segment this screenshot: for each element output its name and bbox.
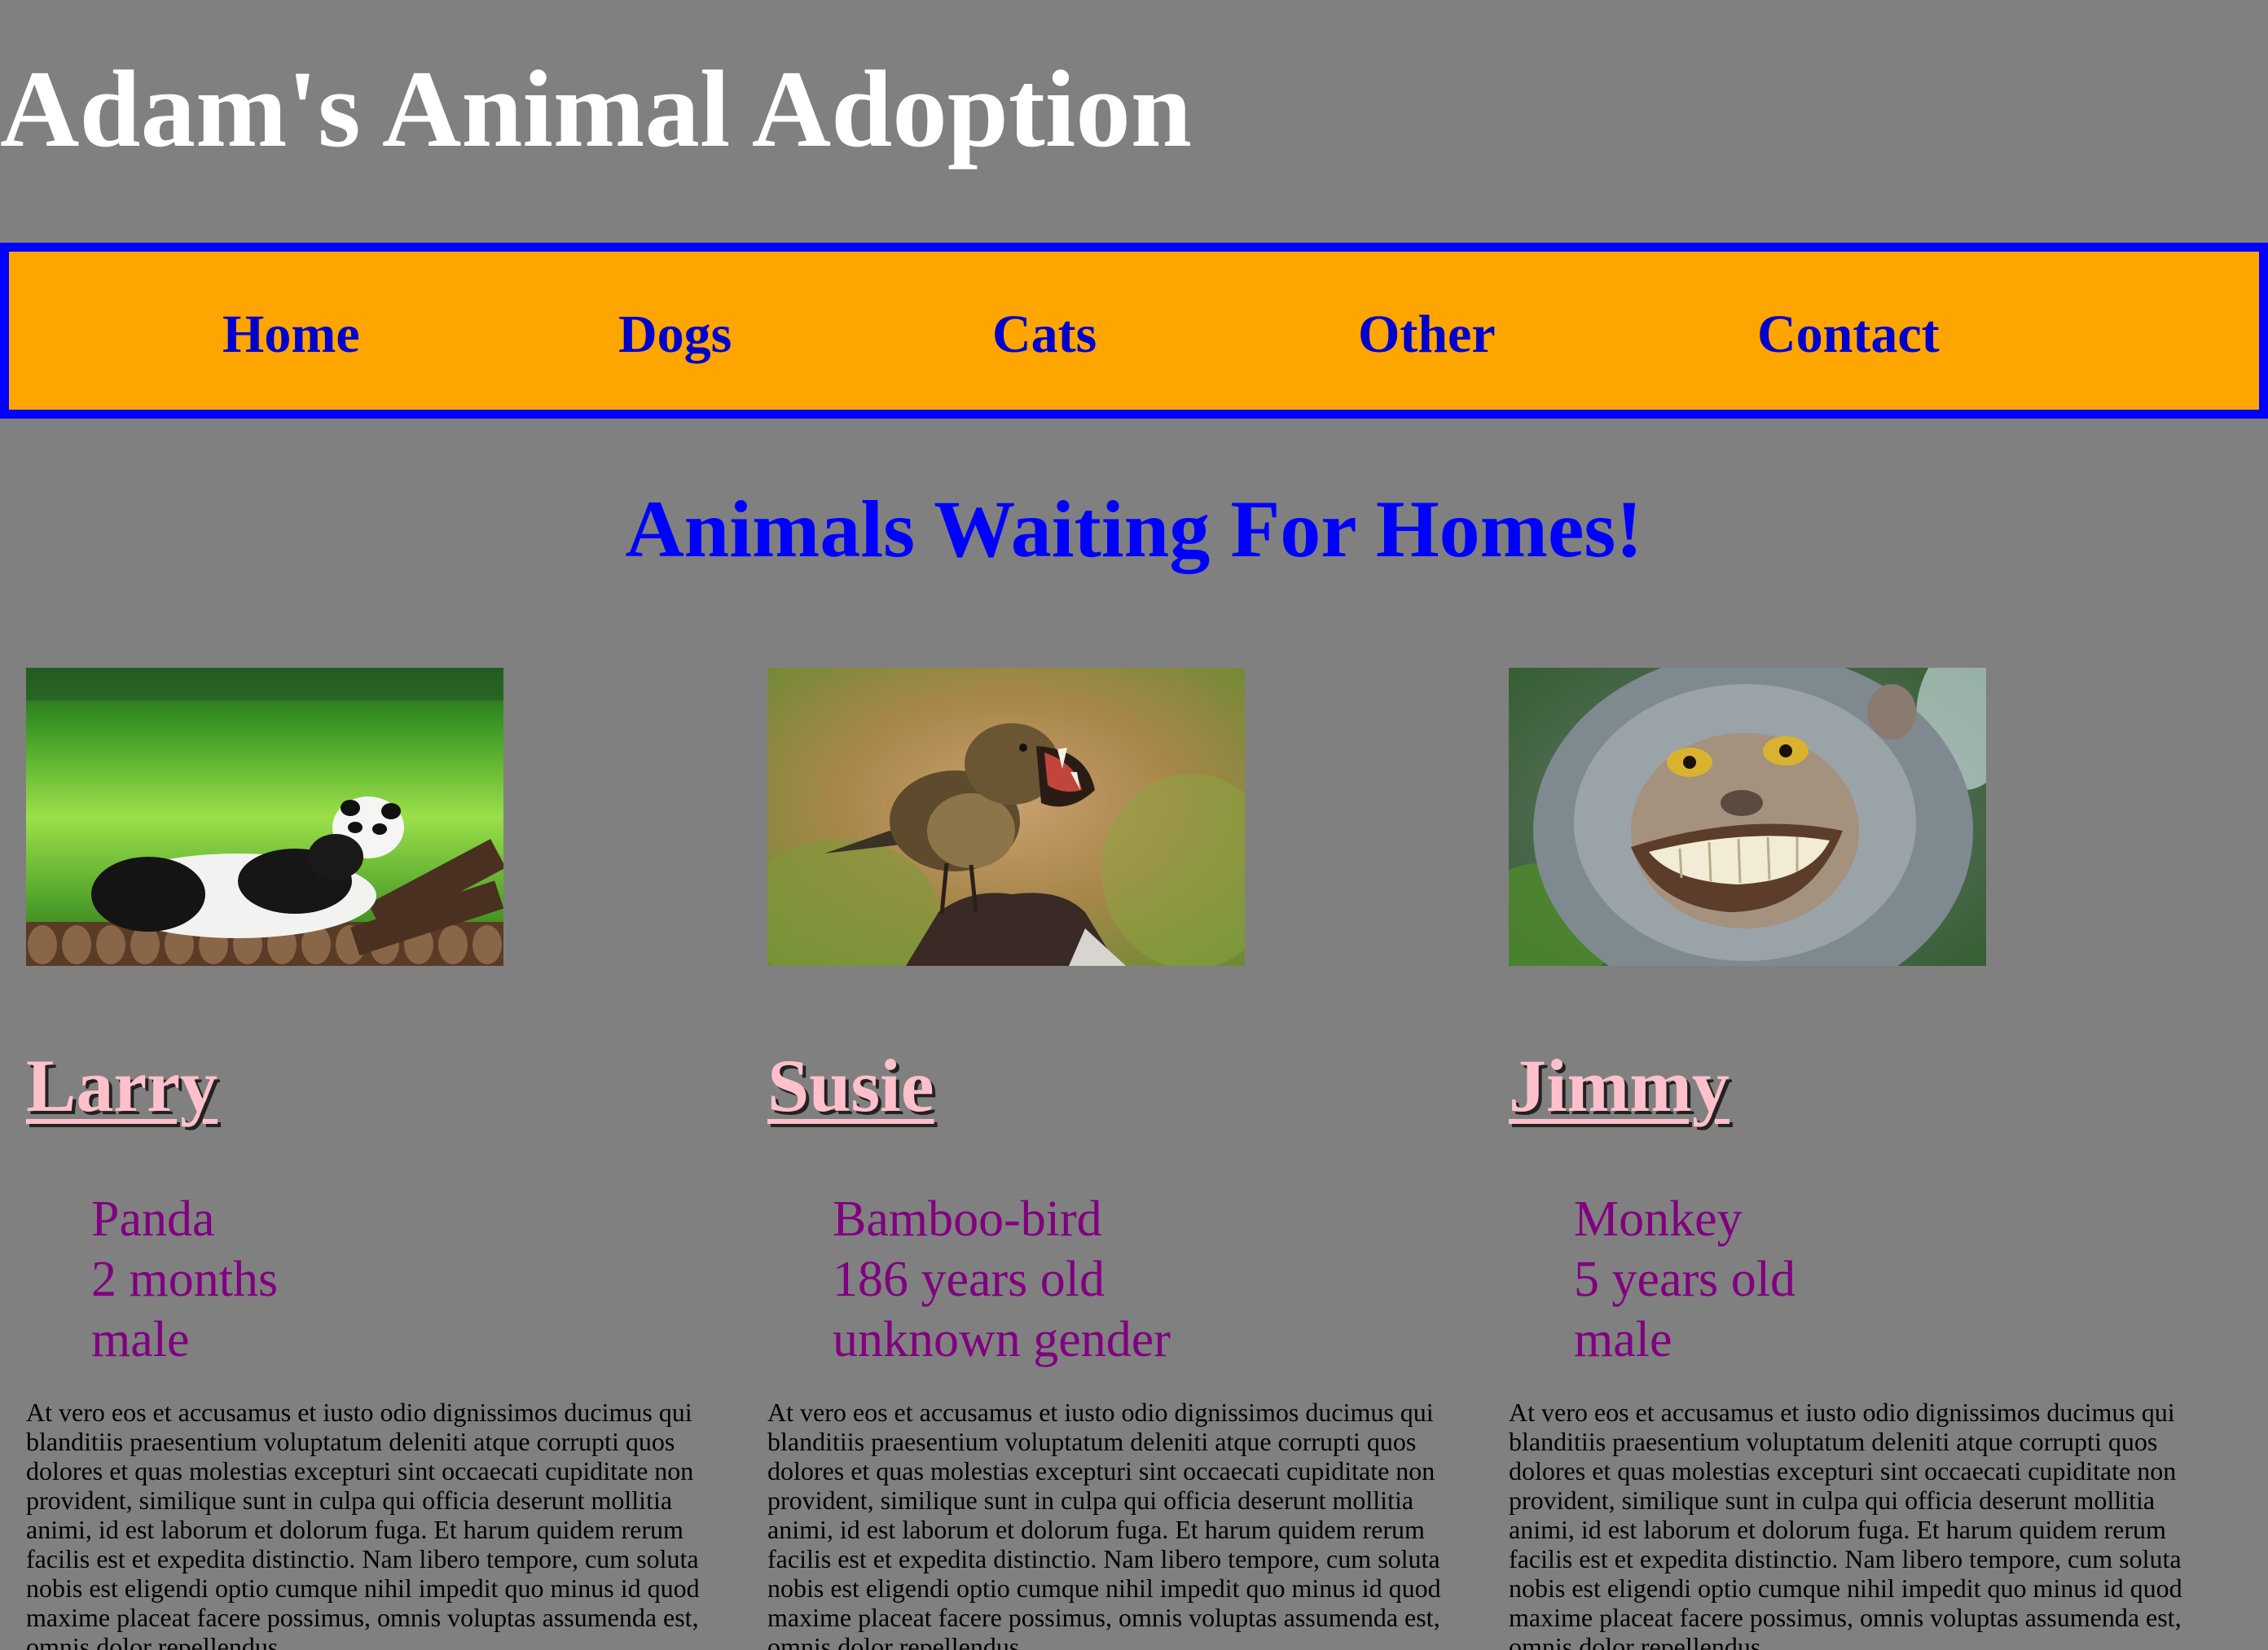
nav-link-contact[interactable]: Contact [1757,302,1940,367]
animal-gender: male [1574,1312,1672,1367]
animal-name[interactable]: Larry [26,1041,218,1130]
animal-age: 5 years old [1574,1252,1796,1307]
animal-gender: unknown gender [833,1312,1171,1367]
section-heading: Animals Waiting For Homes! [625,484,1643,574]
animal-name[interactable]: Jimmy [1509,1041,1730,1130]
animal-card-jimmy: Jimmy Monkey 5 years old male At vero eo… [1509,668,2226,1650]
animal-card-larry: Larry Panda 2 months male At vero eos et… [26,668,743,1650]
site-title: Adam's Animal Adoption [0,49,1192,170]
animal-age: 186 years old [833,1252,1105,1307]
nav-link-dogs[interactable]: Dogs [618,302,732,367]
bird-photo [767,668,1245,966]
animal-description: At vero eos et accusamus et iusto odio d… [1509,1398,2182,1650]
animal-species: Monkey [1574,1191,1743,1247]
main-nav: Home Dogs Cats Other Contact [0,243,2268,419]
animal-card-susie: Susie Bamboo-bird 186 years old unknown … [767,668,1484,1650]
monkey-photo [1509,668,1986,966]
animal-species: Panda [91,1191,215,1247]
panda-photo [26,668,503,966]
animal-details: Monkey 5 years old male [1574,1189,1796,1370]
animal-description: At vero eos et accusamus et iusto odio d… [26,1398,700,1650]
animal-details: Panda 2 months male [91,1189,278,1370]
animal-gender: male [91,1312,190,1367]
nav-link-home[interactable]: Home [222,302,360,367]
animal-age: 2 months [91,1252,279,1307]
animal-species: Bamboo-bird [833,1191,1102,1247]
animal-description: At vero eos et accusamus et iusto odio d… [767,1398,1441,1650]
animal-details: Bamboo-bird 186 years old unknown gender [833,1189,1171,1370]
nav-link-cats[interactable]: Cats [992,302,1097,367]
nav-link-other[interactable]: Other [1358,302,1496,367]
animal-name[interactable]: Susie [767,1041,934,1130]
